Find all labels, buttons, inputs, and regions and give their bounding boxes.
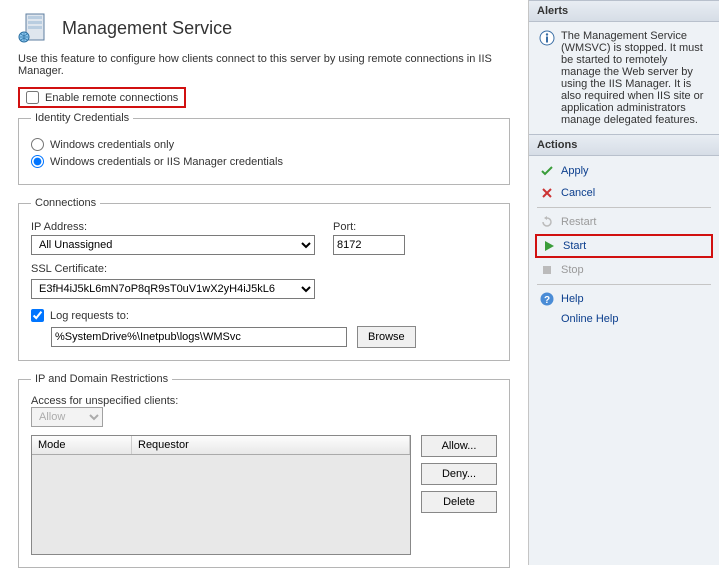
ssl-label: SSL Certificate: xyxy=(31,263,497,275)
alert-body: The Management Service (WMSVC) is stoppe… xyxy=(529,22,719,134)
windows-or-iis-radio[interactable] xyxy=(31,155,44,168)
enable-remote-checkbox[interactable] xyxy=(26,91,39,104)
apply-icon xyxy=(539,163,555,179)
restrictions-legend: IP and Domain Restrictions xyxy=(31,373,172,385)
svg-text:?: ? xyxy=(544,295,550,306)
restart-label: Restart xyxy=(561,216,596,228)
col-mode[interactable]: Mode xyxy=(32,436,132,454)
log-path-input[interactable] xyxy=(51,327,347,347)
enable-remote-highlight: Enable remote connections xyxy=(18,87,186,108)
connections-legend: Connections xyxy=(31,197,100,209)
identity-fieldset: Identity Credentials Windows credentials… xyxy=(18,112,510,185)
help-label: Help xyxy=(561,293,584,305)
help-icon: ? xyxy=(539,291,555,307)
log-requests-checkbox[interactable] xyxy=(31,309,44,322)
cancel-icon xyxy=(539,185,555,201)
access-select: Allow xyxy=(31,407,103,427)
ssl-certificate-select[interactable]: E3fH4iJ5kL6mN7oP8qR9sT0uV1wX2yH4iJ5kL6 xyxy=(31,279,315,299)
enable-remote-label: Enable remote connections xyxy=(45,92,178,104)
allow-button[interactable]: Allow... xyxy=(421,435,497,457)
cancel-label: Cancel xyxy=(561,187,595,199)
col-requestor[interactable]: Requestor xyxy=(132,436,410,454)
start-action[interactable]: Start xyxy=(539,237,709,255)
apply-label: Apply xyxy=(561,165,589,177)
windows-or-iis-label: Windows credentials or IIS Manager crede… xyxy=(50,156,283,168)
online-help-link[interactable]: Online Help xyxy=(561,313,618,325)
deny-button[interactable]: Deny... xyxy=(421,463,497,485)
start-label: Start xyxy=(563,240,586,252)
restart-icon xyxy=(539,214,555,230)
log-requests-label: Log requests to: xyxy=(50,310,129,322)
restrictions-fieldset: IP and Domain Restrictions Access for un… xyxy=(18,373,510,568)
online-help-action[interactable]: Online Help xyxy=(529,310,719,328)
alert-text: The Management Service (WMSVC) is stoppe… xyxy=(561,30,709,126)
identity-legend: Identity Credentials xyxy=(31,112,133,124)
port-label: Port: xyxy=(333,221,405,233)
right-panel: Alerts The Management Service (WMSVC) is… xyxy=(528,0,719,565)
start-icon xyxy=(541,238,557,254)
stop-action: Stop xyxy=(529,259,719,281)
restrictions-table[interactable]: Mode Requestor xyxy=(31,435,411,555)
port-input[interactable] xyxy=(333,235,405,255)
page-title: Management Service xyxy=(62,18,232,39)
apply-action[interactable]: Apply xyxy=(529,160,719,182)
stop-label: Stop xyxy=(561,264,584,276)
cancel-action[interactable]: Cancel xyxy=(529,182,719,204)
restart-action: Restart xyxy=(529,211,719,233)
connections-fieldset: Connections IP Address: All Unassigned P… xyxy=(18,197,510,361)
stop-icon xyxy=(539,262,555,278)
windows-only-radio[interactable] xyxy=(31,138,44,151)
windows-only-label: Windows credentials only xyxy=(50,139,174,151)
delete-button[interactable]: Delete xyxy=(421,491,497,513)
ip-label: IP Address: xyxy=(31,221,315,233)
alerts-header: Alerts xyxy=(529,0,719,22)
access-label: Access for unspecified clients: xyxy=(31,395,178,407)
start-highlight: Start xyxy=(535,234,713,258)
ip-address-select[interactable]: All Unassigned xyxy=(31,235,315,255)
page-description: Use this feature to configure how client… xyxy=(18,53,510,77)
main-panel: Management Service Use this feature to c… xyxy=(0,0,528,565)
info-icon xyxy=(539,30,555,46)
actions-header: Actions xyxy=(529,134,719,156)
browse-button[interactable]: Browse xyxy=(357,326,416,348)
help-action[interactable]: ? Help xyxy=(529,288,719,310)
server-icon xyxy=(18,10,52,47)
